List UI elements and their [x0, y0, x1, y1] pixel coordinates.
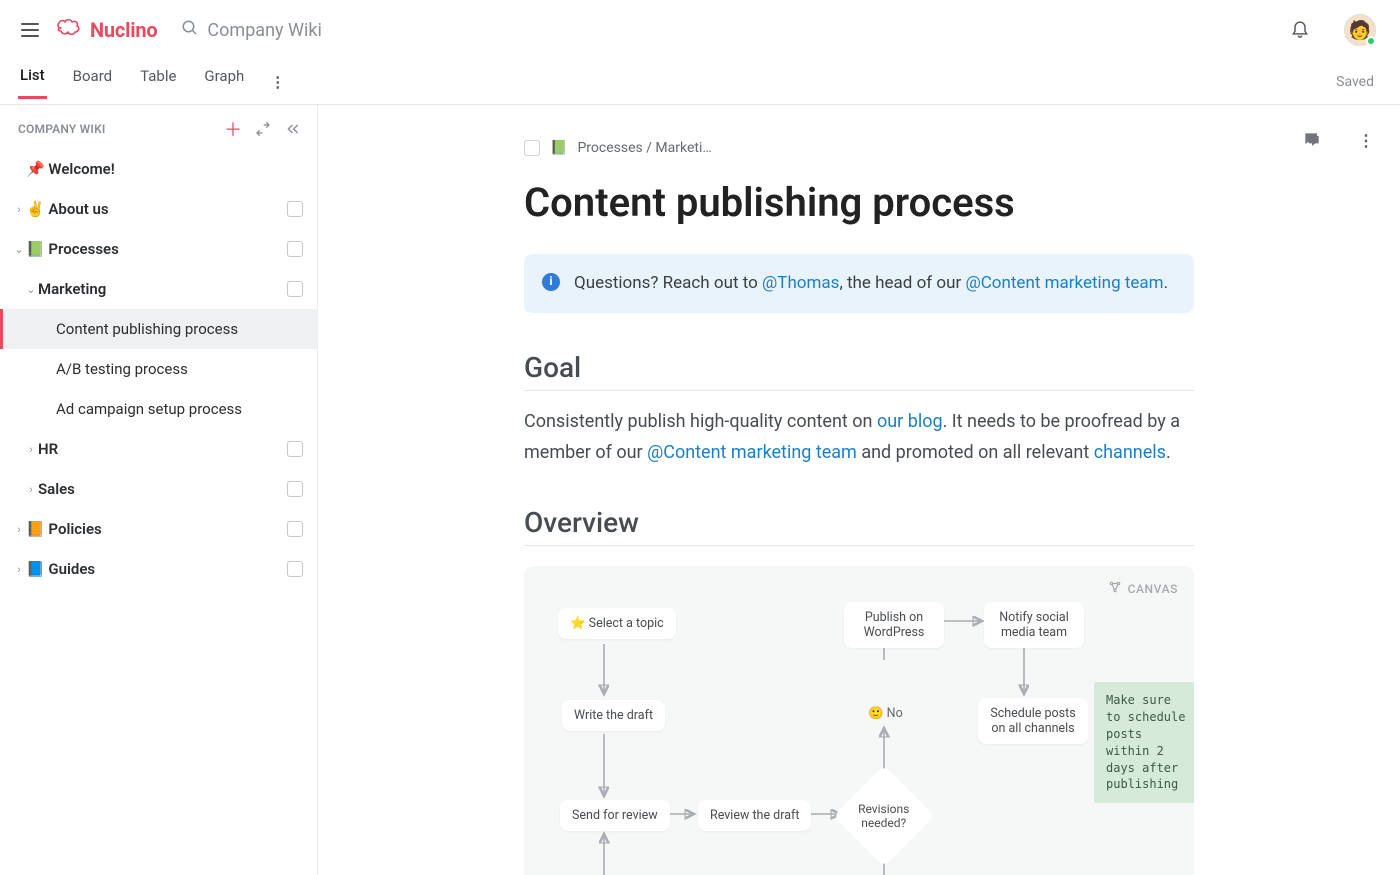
pin-icon: 📌	[26, 160, 45, 178]
doc-menu-icon[interactable]: ⋮	[1358, 131, 1374, 150]
sidebar-item-ad-campaign-setup-process[interactable]: Ad campaign setup process	[0, 389, 317, 429]
sidebar-item-content-publishing-process[interactable]: Content publishing process	[0, 309, 317, 349]
stack-icon	[287, 201, 303, 217]
sidebar-item-marketing[interactable]: ⌄Marketing	[0, 269, 317, 309]
callout-text: Questions? Reach out to @Thomas, the hea…	[574, 270, 1168, 297]
chevron-right-icon: ›	[24, 483, 38, 496]
canvas-node-publish[interactable]: Publish on WordPress	[844, 602, 944, 648]
link-channels[interactable]: channels	[1094, 442, 1166, 463]
add-page-icon[interactable]: ＋	[223, 119, 243, 139]
menu-icon[interactable]	[18, 18, 42, 42]
goal-paragraph[interactable]: Consistently publish high-quality conten…	[524, 407, 1194, 468]
tab-list[interactable]: List	[18, 66, 47, 99]
folder-icon: 📙	[26, 520, 45, 538]
canvas-diagram[interactable]: CANVAS ⭐ Select a topic	[524, 566, 1194, 875]
chevron-right-icon: ›	[12, 523, 26, 536]
tab-table[interactable]: Table	[138, 67, 178, 97]
sidebar-title: COMPANY WIKI	[18, 122, 213, 136]
sidebar-item-policies[interactable]: ›📙 Policies	[0, 509, 317, 549]
tab-overflow-icon[interactable]: ⋮	[270, 73, 286, 91]
canvas-node-review-draft[interactable]: Review the draft	[698, 800, 811, 831]
workspace-search-placeholder: Company Wiki	[207, 20, 321, 41]
app-logo[interactable]: Nuclino	[56, 17, 157, 43]
brain-icon	[56, 17, 84, 43]
sidebar-item-sales[interactable]: ›Sales	[0, 469, 317, 509]
canvas-label-no: 🙂 No	[868, 706, 903, 721]
stack-icon	[287, 281, 303, 297]
view-tabs: List Board Table Graph ⋮ Saved	[0, 60, 1400, 105]
sidebar-header: COMPANY WIKI ＋	[0, 117, 317, 141]
canvas-node-select-topic[interactable]: ⭐ Select a topic	[558, 608, 676, 639]
doc-content: ⋮ 📗 Processes / Marketi… Content publish…	[318, 105, 1400, 875]
sidebar-item-about-us[interactable]: ›✌️ About us	[0, 189, 317, 229]
info-icon: i	[542, 273, 560, 291]
sidebar-item-ab-testing-process[interactable]: A/B testing process	[0, 349, 317, 389]
page-icon-placeholder[interactable]	[524, 140, 540, 156]
canvas-node-schedule[interactable]: Schedule posts on all channels	[978, 698, 1088, 744]
sidebar-item-guides[interactable]: ›📘 Guides	[0, 549, 317, 589]
canvas-sticky-note[interactable]: Make sure to schedule posts within 2 day…	[1094, 682, 1194, 803]
presence-dot	[1366, 36, 1376, 46]
search-icon	[181, 19, 199, 41]
mention-thomas[interactable]: @Thomas	[762, 273, 839, 293]
stack-icon	[287, 441, 303, 457]
tab-graph[interactable]: Graph	[202, 67, 246, 97]
stack-icon	[287, 561, 303, 577]
stack-icon	[287, 521, 303, 537]
page-title[interactable]: Content publishing process	[524, 179, 1194, 226]
chevron-down-icon: ⌄	[12, 243, 26, 256]
page-tree: 📌 Welcome! ›✌️ About us ⌄📗 Processes ⌄Ma…	[0, 141, 317, 589]
app-name: Nuclino	[90, 18, 157, 42]
expand-icon[interactable]	[253, 119, 273, 139]
mention-content-marketing-team[interactable]: @Content marketing team	[965, 273, 1163, 293]
folder-icon: ✌️	[26, 200, 45, 218]
canvas-node-send-review[interactable]: Send for review	[560, 800, 670, 831]
workspace-search[interactable]: Company Wiki	[181, 19, 321, 41]
sidebar: COMPANY WIKI ＋ 📌 Welcome! ›✌️ About us ⌄…	[0, 105, 318, 875]
chevron-right-icon: ›	[24, 443, 38, 456]
link-our-blog[interactable]: our blog	[877, 411, 943, 432]
comments-icon[interactable]	[1302, 130, 1322, 150]
chevron-right-icon: ›	[12, 563, 26, 576]
top-bar: Nuclino Company Wiki 🧑	[0, 0, 1400, 60]
stack-icon	[287, 481, 303, 497]
heading-overview[interactable]: Overview	[524, 506, 1194, 546]
heading-goal[interactable]: Goal	[524, 351, 1194, 391]
collapse-sidebar-icon[interactable]	[283, 119, 303, 139]
chevron-right-icon: ›	[12, 203, 26, 216]
doc-actions: ⋮	[1284, 130, 1374, 150]
breadcrumb-icon: 📗	[550, 140, 567, 156]
info-callout[interactable]: i Questions? Reach out to @Thomas, the h…	[524, 254, 1194, 313]
folder-icon: 📘	[26, 560, 45, 578]
mention-content-marketing-team-2[interactable]: @Content marketing team	[647, 442, 857, 463]
tab-board[interactable]: Board	[71, 67, 114, 97]
stack-icon	[287, 241, 303, 257]
user-avatar[interactable]: 🧑	[1344, 14, 1376, 46]
sidebar-item-welcome[interactable]: 📌 Welcome!	[0, 149, 317, 189]
sidebar-item-processes[interactable]: ⌄📗 Processes	[0, 229, 317, 269]
canvas-node-write-draft[interactable]: Write the draft	[562, 700, 665, 731]
save-status: Saved	[1336, 74, 1374, 90]
doc-header: 📗 Processes / Marketi…	[524, 131, 1194, 165]
folder-icon: 📗	[26, 240, 45, 258]
canvas-node-notify[interactable]: Notify social media team	[984, 602, 1084, 648]
notifications-icon[interactable]	[1290, 18, 1310, 42]
breadcrumb[interactable]: Processes / Marketi…	[577, 140, 711, 156]
sidebar-item-hr[interactable]: ›HR	[0, 429, 317, 469]
chevron-down-icon: ⌄	[24, 283, 38, 296]
